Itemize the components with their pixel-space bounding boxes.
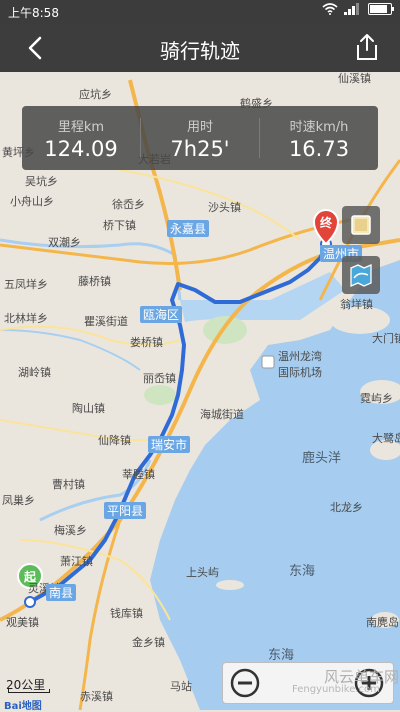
page-title: 骑行轨迹 (160, 39, 240, 63)
share-icon[interactable] (352, 32, 382, 62)
wifi-icon (322, 3, 338, 15)
park-area (203, 316, 247, 344)
map-place-label: 梅溪乡 (54, 524, 87, 537)
map-place-label: 仙溪镇 (338, 72, 371, 85)
map-place-label: 莘塍镇 (122, 468, 155, 481)
start-marker-label: 起 (24, 570, 37, 584)
map-place-label: 五凤垟乡 (4, 278, 48, 291)
map-place-label: 吴坑乡 (25, 175, 58, 188)
map-place-label: 大鹭岛 (372, 432, 400, 445)
map-place-label: 萧江镇 (60, 555, 93, 568)
map-place-label: 平阳县 (104, 502, 147, 519)
speed-value: 16.73 (288, 137, 350, 161)
map-place-label: 陶山镇 (72, 402, 105, 415)
start-point-dot (24, 596, 36, 608)
map-place-label: 瞿溪街道 (84, 315, 128, 328)
map-place-label: 应坑乡 (79, 88, 112, 101)
island (216, 580, 244, 590)
map-place-label: 双潮乡 (48, 236, 81, 249)
duration-stat: 用时 7h25' (141, 106, 259, 170)
map-place-label: 瑞安市 (148, 436, 191, 453)
map-type-button[interactable] (342, 256, 380, 294)
map-place-label: 小舟山乡 (10, 195, 54, 208)
map-place-label: 永嘉县 (167, 220, 210, 237)
watermark-url: Fengyunbike.com (292, 684, 380, 695)
map-place-label: 南麂岛 (366, 616, 399, 629)
zoom-out-icon[interactable] (227, 665, 263, 701)
signal-icon (344, 3, 359, 15)
park-area (144, 385, 176, 405)
map-icon (350, 264, 372, 287)
battery-icon (368, 3, 394, 15)
map-place-label: 马站 (170, 680, 192, 693)
map-place-label: 翁垟镇 (340, 298, 373, 311)
map-place-label: 金乡镇 (132, 636, 165, 649)
map-place-label: 藤桥镇 (78, 275, 111, 288)
map-place-label: 霓屿乡 (360, 392, 393, 405)
distance-stat: 里程km 124.09 (22, 106, 140, 170)
duration-value: 7h25' (170, 137, 230, 161)
map-place-label: 仙降镇 (98, 434, 131, 447)
header-bar: 骑行轨迹 (0, 24, 400, 72)
map-place-label: 海城街道 (200, 408, 244, 421)
map-place-label: 凤巢乡 (2, 494, 35, 507)
airport-icon (261, 355, 275, 369)
map-place-label: 桥下镇 (103, 219, 136, 232)
end-marker-label: 终 (320, 216, 333, 230)
map-place-label: 北龙乡 (330, 501, 363, 514)
map-place-label: 钱库镇 (110, 607, 143, 620)
map-place-label: 赤溪镇 (80, 690, 113, 703)
map-place-label: 曹村镇 (52, 478, 85, 491)
distance-label: 里程km (57, 120, 105, 135)
map-place-label: 东海 (289, 564, 316, 579)
map-place-label: 沙头镇 (208, 201, 241, 214)
map-place-label: 大门镇 (372, 332, 400, 345)
distance-value: 124.09 (44, 137, 118, 161)
map-place-label: 北林垟乡 (4, 312, 48, 325)
map-place-label: 南县 (46, 584, 77, 601)
map-place-label: 东海 (268, 648, 295, 663)
layer-toggle-button[interactable] (342, 206, 380, 244)
map-place-label: 丽岙镇 (143, 372, 176, 385)
map-scale-bar (8, 689, 50, 693)
ride-stats-panel: 里程km 124.09 用时 7h25' 时速km/h 16.73 (22, 106, 378, 170)
speed-label: 时速km/h (289, 120, 349, 135)
map-place-label: 娄桥镇 (130, 336, 163, 349)
speed-stat: 时速km/h 16.73 (260, 106, 378, 170)
map-place-label: 观美镇 (6, 616, 39, 629)
status-bar: 上午8:58 (0, 0, 400, 24)
map-place-label: 鹿头洋 (302, 451, 342, 466)
map-place-label: 湖岭镇 (18, 366, 51, 379)
map-place-label: 国际机场 (278, 366, 322, 379)
layers-icon (351, 215, 371, 235)
map-place-label: 瓯海区 (140, 306, 183, 323)
status-icons (322, 3, 394, 15)
map-place-label: 上头屿 (186, 566, 219, 579)
map-place-label: 温州龙湾 (278, 350, 322, 363)
duration-label: 用时 (186, 120, 213, 135)
status-time: 上午8:58 (8, 6, 59, 20)
map-place-label: 徐岙乡 (112, 198, 145, 211)
